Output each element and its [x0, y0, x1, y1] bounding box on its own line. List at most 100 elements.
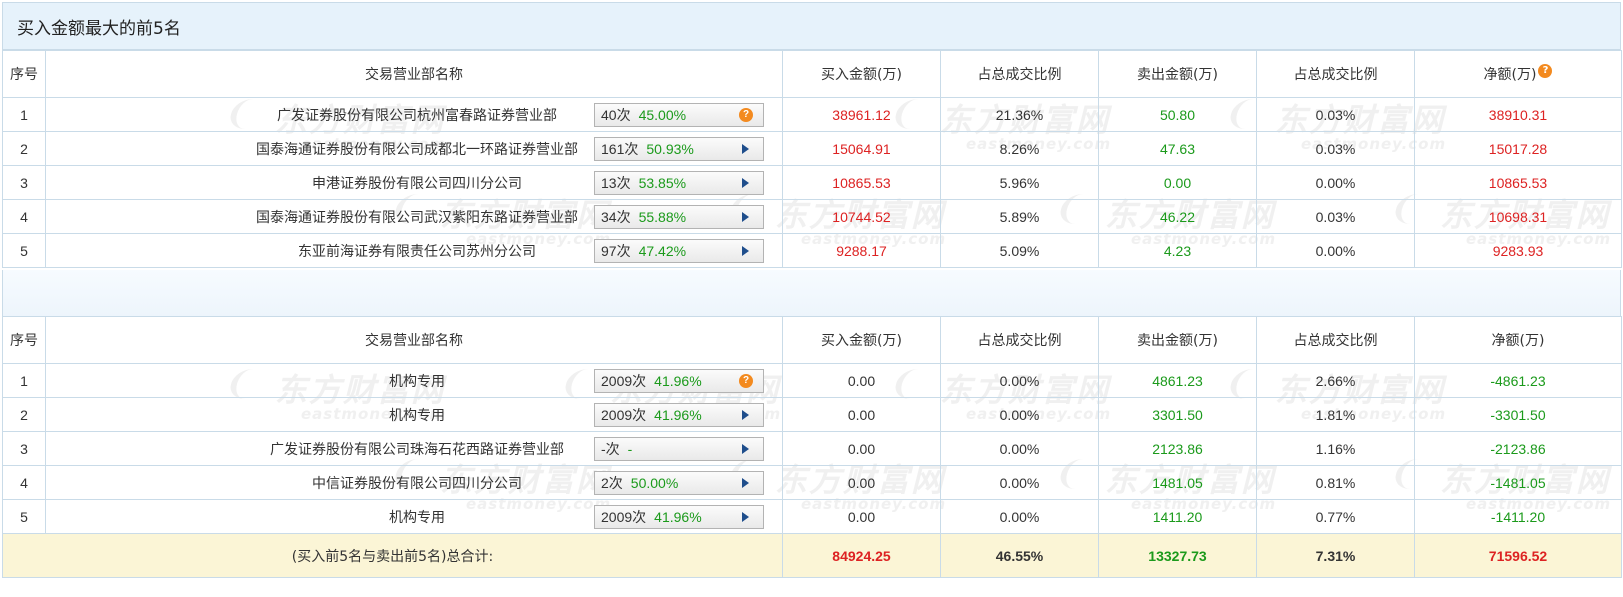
broker-count: 2次	[601, 475, 623, 491]
table-row: 3 申港证券股份有限公司四川分公司 13次 53.85% 10865.53 5.96% 0.…	[2, 165, 1622, 200]
question-icon[interactable]: ?	[739, 108, 753, 122]
total-buy: 84924.25	[782, 533, 941, 578]
sell-amount: 2123.86	[1098, 431, 1257, 466]
broker-stat-box[interactable]: 13次 53.85%	[594, 171, 764, 195]
buy-ratio: 8.26%	[940, 131, 1099, 166]
sell-ratio: 1.16%	[1256, 431, 1415, 466]
broker-name[interactable]: 国泰海通证券股份有限公司成都北一环路证券营业部	[256, 142, 578, 158]
buy-ratio: 0.00%	[940, 465, 1099, 500]
sell-amount: 46.22	[1098, 199, 1257, 234]
total-sell-ratio: 7.31%	[1256, 533, 1415, 578]
buy-amount: 10744.52	[782, 199, 941, 234]
table-row: 1 机构专用 2009次 41.96%? 0.00 0.00% 4861.23 2.66% -4…	[2, 363, 1622, 398]
broker-name[interactable]: 广发证券股份有限公司杭州富春路证券营业部	[277, 108, 557, 124]
arrow-right-icon[interactable]	[742, 478, 749, 488]
broker-cell: 广发证券股份有限公司珠海石花西路证券营业部 -次 -	[45, 431, 783, 466]
net-amount: 10865.53	[1414, 165, 1622, 200]
col-header-net: 净额(万)	[1414, 316, 1622, 364]
broker-cell: 机构专用 2009次 41.96%	[45, 499, 783, 534]
question-icon[interactable]: ?	[739, 374, 753, 388]
broker-win-rate: 41.96%	[654, 509, 702, 525]
sell-ratio: 2.66%	[1256, 363, 1415, 398]
broker-win-rate: 47.42%	[638, 243, 687, 259]
buy-ratio: 0.00%	[940, 363, 1099, 398]
broker-name[interactable]: 中信证券股份有限公司四川分公司	[312, 476, 522, 492]
broker-count: 2009次	[601, 407, 647, 423]
buy-table-header: 序号 交易营业部名称 买入金额(万) 占总成交比例 卖出金额(万) 占总成交比例…	[2, 50, 1622, 98]
broker-stat-box[interactable]: 2009次 41.96%	[594, 505, 764, 529]
sell-amount: 0.00	[1098, 165, 1257, 200]
table-row: 4 中信证券股份有限公司四川分公司 2次 50.00% 0.00 0.00% 1481.05…	[2, 465, 1622, 500]
broker-stat-box[interactable]: 2次 50.00%	[594, 471, 764, 495]
row-seq: 1	[2, 97, 46, 132]
sell-ratio: 0.77%	[1256, 499, 1415, 534]
sell-amount: 1481.05	[1098, 465, 1257, 500]
broker-stat-box[interactable]: 161次 50.93%	[594, 137, 764, 161]
col-header-sell: 卖出金额(万)	[1098, 50, 1257, 98]
broker-stat-box[interactable]: -次 -	[594, 437, 764, 461]
broker-name[interactable]: 机构专用	[389, 510, 445, 526]
net-amount: 10698.31	[1414, 199, 1622, 234]
sell-amount: 50.80	[1098, 97, 1257, 132]
broker-win-rate: 53.85%	[638, 175, 687, 191]
sell-table: 序号 交易营业部名称 买入金额(万) 占总成交比例 卖出金额(万) 占总成交比例…	[2, 316, 1622, 578]
total-row: (买入前5名与卖出前5名)总合计: 84924.25 46.55% 13327.…	[2, 533, 1622, 578]
sell-amount: 1411.20	[1098, 499, 1257, 534]
row-seq: 4	[2, 199, 46, 234]
table-row: 2 国泰海通证券股份有限公司成都北一环路证券营业部 161次 50.93% 15064.…	[2, 131, 1622, 166]
broker-count: 2009次	[601, 373, 647, 389]
broker-name[interactable]: 机构专用	[389, 374, 445, 390]
buy-ratio: 0.00%	[940, 499, 1099, 534]
col-header-name: 交易营业部名称	[45, 316, 783, 364]
broker-win-rate: 41.96%	[654, 407, 702, 423]
buy-table: 序号 交易营业部名称 买入金额(万) 占总成交比例 卖出金额(万) 占总成交比例…	[2, 50, 1622, 268]
buy-amount: 38961.12	[782, 97, 941, 132]
row-seq: 5	[2, 233, 46, 268]
total-net: 71596.52	[1414, 533, 1622, 578]
broker-cell: 机构专用 2009次 41.96%	[45, 397, 783, 432]
arrow-right-icon[interactable]	[742, 212, 749, 222]
broker-name[interactable]: 国泰海通证券股份有限公司武汉紫阳东路证券营业部	[256, 210, 578, 226]
col-header-buy: 买入金额(万)	[782, 50, 941, 98]
broker-cell: 中信证券股份有限公司四川分公司 2次 50.00%	[45, 465, 783, 500]
total-buy-ratio: 46.55%	[940, 533, 1099, 578]
net-amount: 38910.31	[1414, 97, 1622, 132]
broker-count: 2009次	[601, 509, 647, 525]
sell-ratio: 0.03%	[1256, 199, 1415, 234]
buy-amount: 0.00	[782, 363, 941, 398]
buy-ratio: 0.00%	[940, 397, 1099, 432]
arrow-right-icon[interactable]	[742, 444, 749, 454]
broker-name[interactable]: 广发证券股份有限公司珠海石花西路证券营业部	[270, 442, 564, 458]
broker-stat-box[interactable]: 2009次 41.96%?	[594, 369, 764, 393]
buy-amount: 9288.17	[782, 233, 941, 268]
broker-name[interactable]: 申港证券股份有限公司四川分公司	[312, 176, 522, 192]
broker-cell: 国泰海通证券股份有限公司武汉紫阳东路证券营业部 34次 55.88%	[45, 199, 783, 234]
col-header-seq: 序号	[2, 316, 46, 364]
buy-amount: 0.00	[782, 465, 941, 500]
broker-stat-box[interactable]: 40次 45.00%?	[594, 103, 764, 127]
arrow-right-icon[interactable]	[742, 178, 749, 188]
arrow-right-icon[interactable]	[742, 144, 749, 154]
sell-amount: 4.23	[1098, 233, 1257, 268]
col-header-sell-ratio: 占总成交比例	[1256, 316, 1415, 364]
buy-ratio: 5.96%	[940, 165, 1099, 200]
net-amount: -2123.86	[1414, 431, 1622, 466]
broker-stat-box[interactable]: 34次 55.88%	[594, 205, 764, 229]
sell-ratio: 0.00%	[1256, 165, 1415, 200]
net-amount: -4861.23	[1414, 363, 1622, 398]
arrow-right-icon[interactable]	[742, 246, 749, 256]
col-header-sell-ratio: 占总成交比例	[1256, 50, 1415, 98]
buy-amount: 0.00	[782, 431, 941, 466]
broker-name[interactable]: 机构专用	[389, 408, 445, 424]
help-icon[interactable]: ?	[1538, 64, 1553, 78]
broker-count: -次	[601, 441, 620, 457]
broker-cell: 国泰海通证券股份有限公司成都北一环路证券营业部 161次 50.93%	[45, 131, 783, 166]
broker-stat-box[interactable]: 2009次 41.96%	[594, 403, 764, 427]
broker-name[interactable]: 东亚前海证券有限责任公司苏州分公司	[298, 244, 536, 260]
col-header-buy-ratio: 占总成交比例	[940, 316, 1099, 364]
buy-ratio: 0.00%	[940, 431, 1099, 466]
arrow-right-icon[interactable]	[742, 410, 749, 420]
arrow-right-icon[interactable]	[742, 512, 749, 522]
buy-amount: 10865.53	[782, 165, 941, 200]
broker-stat-box[interactable]: 97次 47.42%	[594, 239, 764, 263]
